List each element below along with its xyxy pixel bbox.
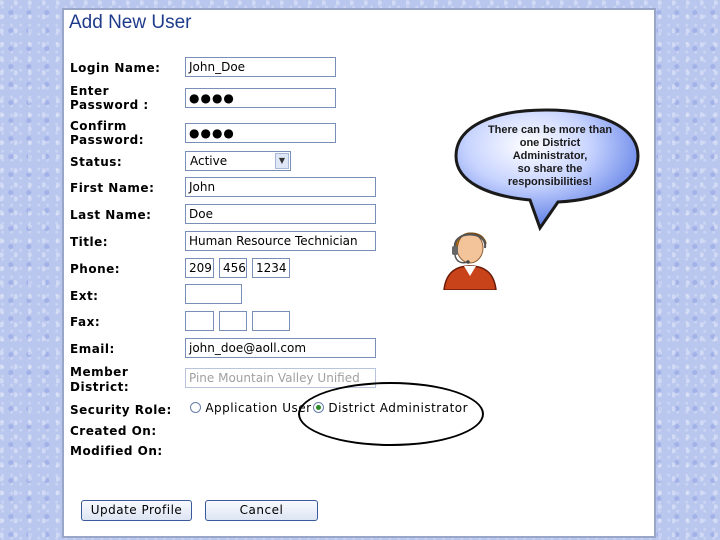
phone-line-input[interactable]: 1234 (252, 258, 290, 278)
ext-input[interactable] (185, 284, 242, 304)
form-panel (62, 8, 656, 538)
enter-password-label-line2: Password : (70, 98, 149, 112)
confirm-password-label-line1: Confirm (70, 119, 127, 133)
title-input[interactable]: Human Resource Technician (185, 231, 376, 251)
page-title: Add New User (69, 12, 192, 33)
callout-line-2: one District (519, 137, 581, 149)
created-on-label: Created On: (70, 424, 157, 438)
status-select[interactable]: Active ▼ (185, 151, 291, 171)
fax-prefix-input[interactable] (219, 311, 247, 331)
support-agent-icon (443, 232, 497, 290)
application-user-label: Application User (205, 401, 312, 415)
last-name-input[interactable]: Doe (185, 204, 376, 224)
modified-on-label: Modified On: (70, 444, 163, 458)
title-label: Title: (70, 235, 109, 249)
cancel-button[interactable]: Cancel (205, 500, 318, 521)
callout-line-5: responsibilities! (507, 176, 593, 188)
login-name-label: Login Name: (70, 61, 161, 75)
radio-application-user[interactable] (190, 402, 201, 413)
callout-line-4: so share the (517, 163, 583, 175)
confirm-password-input[interactable]: ●●●● (185, 123, 336, 143)
security-role-label: Security Role: (70, 403, 172, 417)
enter-password-label-line1: Enter (70, 84, 110, 98)
phone-prefix-input[interactable]: 456 (219, 258, 247, 278)
email-label: Email: (70, 342, 115, 356)
phone-area-input[interactable]: 209 (185, 258, 214, 278)
callout-line-3: Administrator, (512, 150, 588, 162)
first-name-input[interactable]: John (185, 177, 376, 197)
fax-line-input[interactable] (252, 311, 290, 331)
ext-label: Ext: (70, 289, 99, 303)
chevron-down-icon[interactable]: ▼ (275, 153, 289, 169)
security-role-option-application-user[interactable]: Application User (190, 401, 312, 415)
phone-label: Phone: (70, 262, 121, 276)
member-district-label-line1: Member (70, 365, 129, 379)
callout-line-1: There can be more than (487, 124, 613, 136)
last-name-label: Last Name: (70, 208, 152, 222)
status-select-value: Active (190, 154, 228, 168)
confirm-password-label-line2: Password: (70, 133, 144, 147)
member-district-label-line2: District: (70, 380, 130, 394)
fax-area-input[interactable] (185, 311, 214, 331)
callout-text: There can be more than one District Admi… (476, 124, 624, 189)
first-name-label: First Name: (70, 181, 155, 195)
email-input[interactable]: john_doe@aoll.com (185, 338, 376, 358)
status-label: Status: (70, 155, 123, 169)
update-profile-button[interactable]: Update Profile (81, 500, 192, 521)
fax-label: Fax: (70, 315, 101, 329)
password-input[interactable]: ●●●● (185, 88, 336, 108)
login-name-input[interactable]: John_Doe (185, 57, 336, 77)
highlight-ellipse (298, 382, 484, 446)
